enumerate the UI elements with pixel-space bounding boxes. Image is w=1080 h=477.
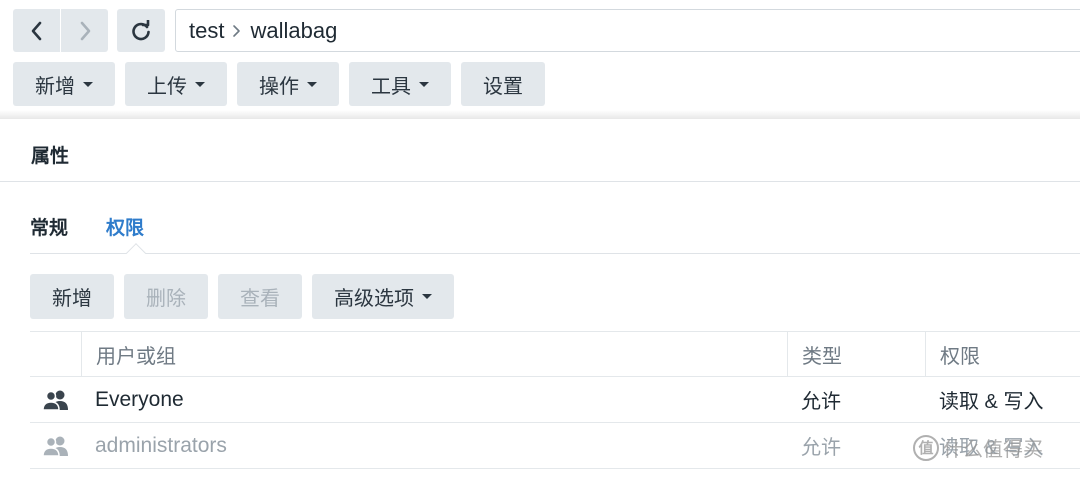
create-menu-label: 新增 [35, 75, 75, 98]
caret-down-icon [195, 81, 205, 87]
toolbar-actions: 新增 上传 操作 工具 设置 [13, 62, 545, 106]
advanced-options-button[interactable]: 高级选项 [312, 274, 454, 319]
forward-button[interactable] [61, 9, 108, 52]
table-row[interactable]: Everyone 允许 读取 & 写入 [30, 377, 1080, 423]
tools-menu-label: 工具 [371, 75, 411, 98]
tools-menu-button[interactable]: 工具 [349, 62, 451, 106]
divider [30, 253, 1080, 254]
tab-permissions[interactable]: 权限 [106, 213, 144, 240]
caret-down-icon [83, 81, 93, 87]
tab-general[interactable]: 常规 [30, 213, 68, 240]
row-name: administrators [95, 433, 227, 457]
back-button[interactable] [13, 9, 60, 52]
action-menu-label: 操作 [259, 75, 299, 98]
column-header-permission[interactable]: 权限 [925, 332, 1080, 376]
watermark: 值 什么值得买 [913, 433, 1043, 462]
watermark-badge: 值 [913, 434, 939, 461]
add-permission-button[interactable]: 新增 [30, 274, 114, 319]
view-permission-button[interactable]: 查看 [218, 274, 302, 319]
row-name: Everyone [95, 387, 184, 411]
permission-actions: 新增 删除 查看 高级选项 [30, 274, 454, 319]
active-tab-indicator [126, 243, 146, 263]
settings-button[interactable]: 设置 [461, 62, 545, 106]
caret-down-icon [419, 81, 429, 87]
refresh-button[interactable] [117, 9, 165, 52]
group-icon [30, 377, 81, 422]
add-permission-label: 新增 [52, 288, 92, 310]
refresh-icon [132, 19, 150, 40]
header-icon-cell [30, 332, 81, 376]
dialog-title: 属性 [31, 146, 70, 167]
chevron-left-icon [31, 21, 41, 40]
row-type: 允许 [801, 437, 841, 459]
caret-down-icon [307, 81, 317, 87]
group-icon [30, 423, 81, 468]
delete-permission-button[interactable]: 删除 [124, 274, 208, 319]
path-breadcrumb[interactable]: test wallabag [175, 9, 1080, 52]
create-menu-button[interactable]: 新增 [13, 62, 115, 106]
breadcrumb-current[interactable]: wallabag [250, 18, 337, 44]
table-header: 用户或组 类型 权限 [30, 331, 1080, 377]
column-header-type[interactable]: 类型 [787, 332, 925, 376]
properties-dialog: 属性 常规 权限 新增 删除 查看 高级选项 用户或组 类型 权限 Everyo… [0, 119, 1080, 477]
settings-label: 设置 [483, 75, 523, 98]
row-type: 允许 [801, 391, 841, 413]
divider [0, 181, 1080, 182]
watermark-text: 什么值得买 [943, 439, 1043, 461]
tab-bar: 常规 权限 [30, 213, 144, 240]
column-header-user-or-group[interactable]: 用户或组 [81, 332, 787, 376]
advanced-options-label: 高级选项 [334, 288, 414, 310]
file-station-toolbar: test wallabag 新增 上传 操作 工具 设置 [0, 0, 1080, 118]
chevron-right-icon [80, 21, 90, 40]
upload-menu-button[interactable]: 上传 [125, 62, 227, 106]
row-permission: 读取 & 写入 [939, 391, 1044, 413]
action-menu-button[interactable]: 操作 [237, 62, 339, 106]
delete-permission-label: 删除 [146, 288, 186, 310]
breadcrumb-root[interactable]: test [189, 18, 224, 44]
navigation-buttons [13, 9, 108, 52]
caret-down-icon [422, 294, 432, 299]
chevron-right-icon [232, 24, 242, 38]
upload-menu-label: 上传 [147, 75, 187, 98]
view-permission-label: 查看 [240, 288, 280, 310]
